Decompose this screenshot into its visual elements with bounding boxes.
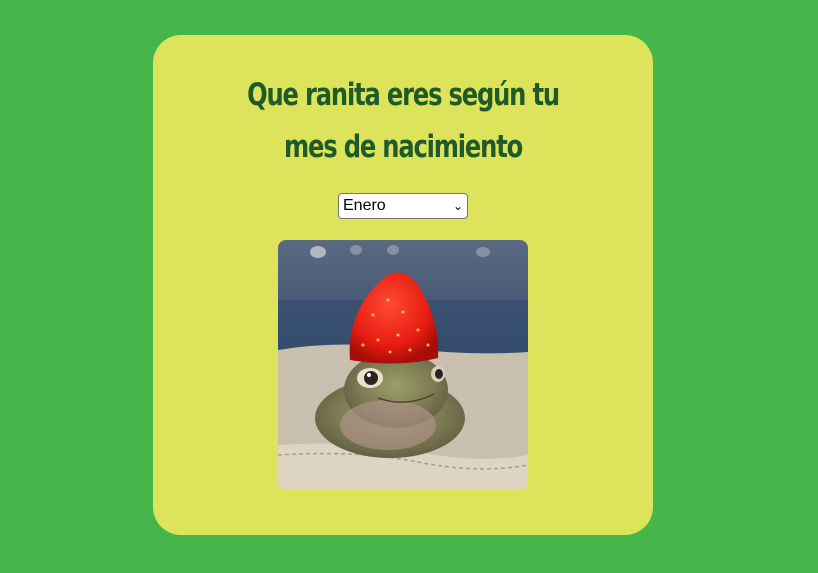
chevron-down-icon: ⌄ (452, 199, 463, 213)
quiz-card: Que ranita eres según tu mes de nacimien… (153, 35, 653, 535)
month-select[interactable]: Enero ⌄ (338, 193, 468, 219)
page-title: Que ranita eres según tu mes de nacimien… (247, 77, 560, 165)
frog-image (278, 240, 528, 490)
frog-illustration (278, 240, 528, 490)
month-select-value: Enero (343, 197, 386, 214)
month-select-box[interactable]: Enero ⌄ (338, 193, 468, 219)
